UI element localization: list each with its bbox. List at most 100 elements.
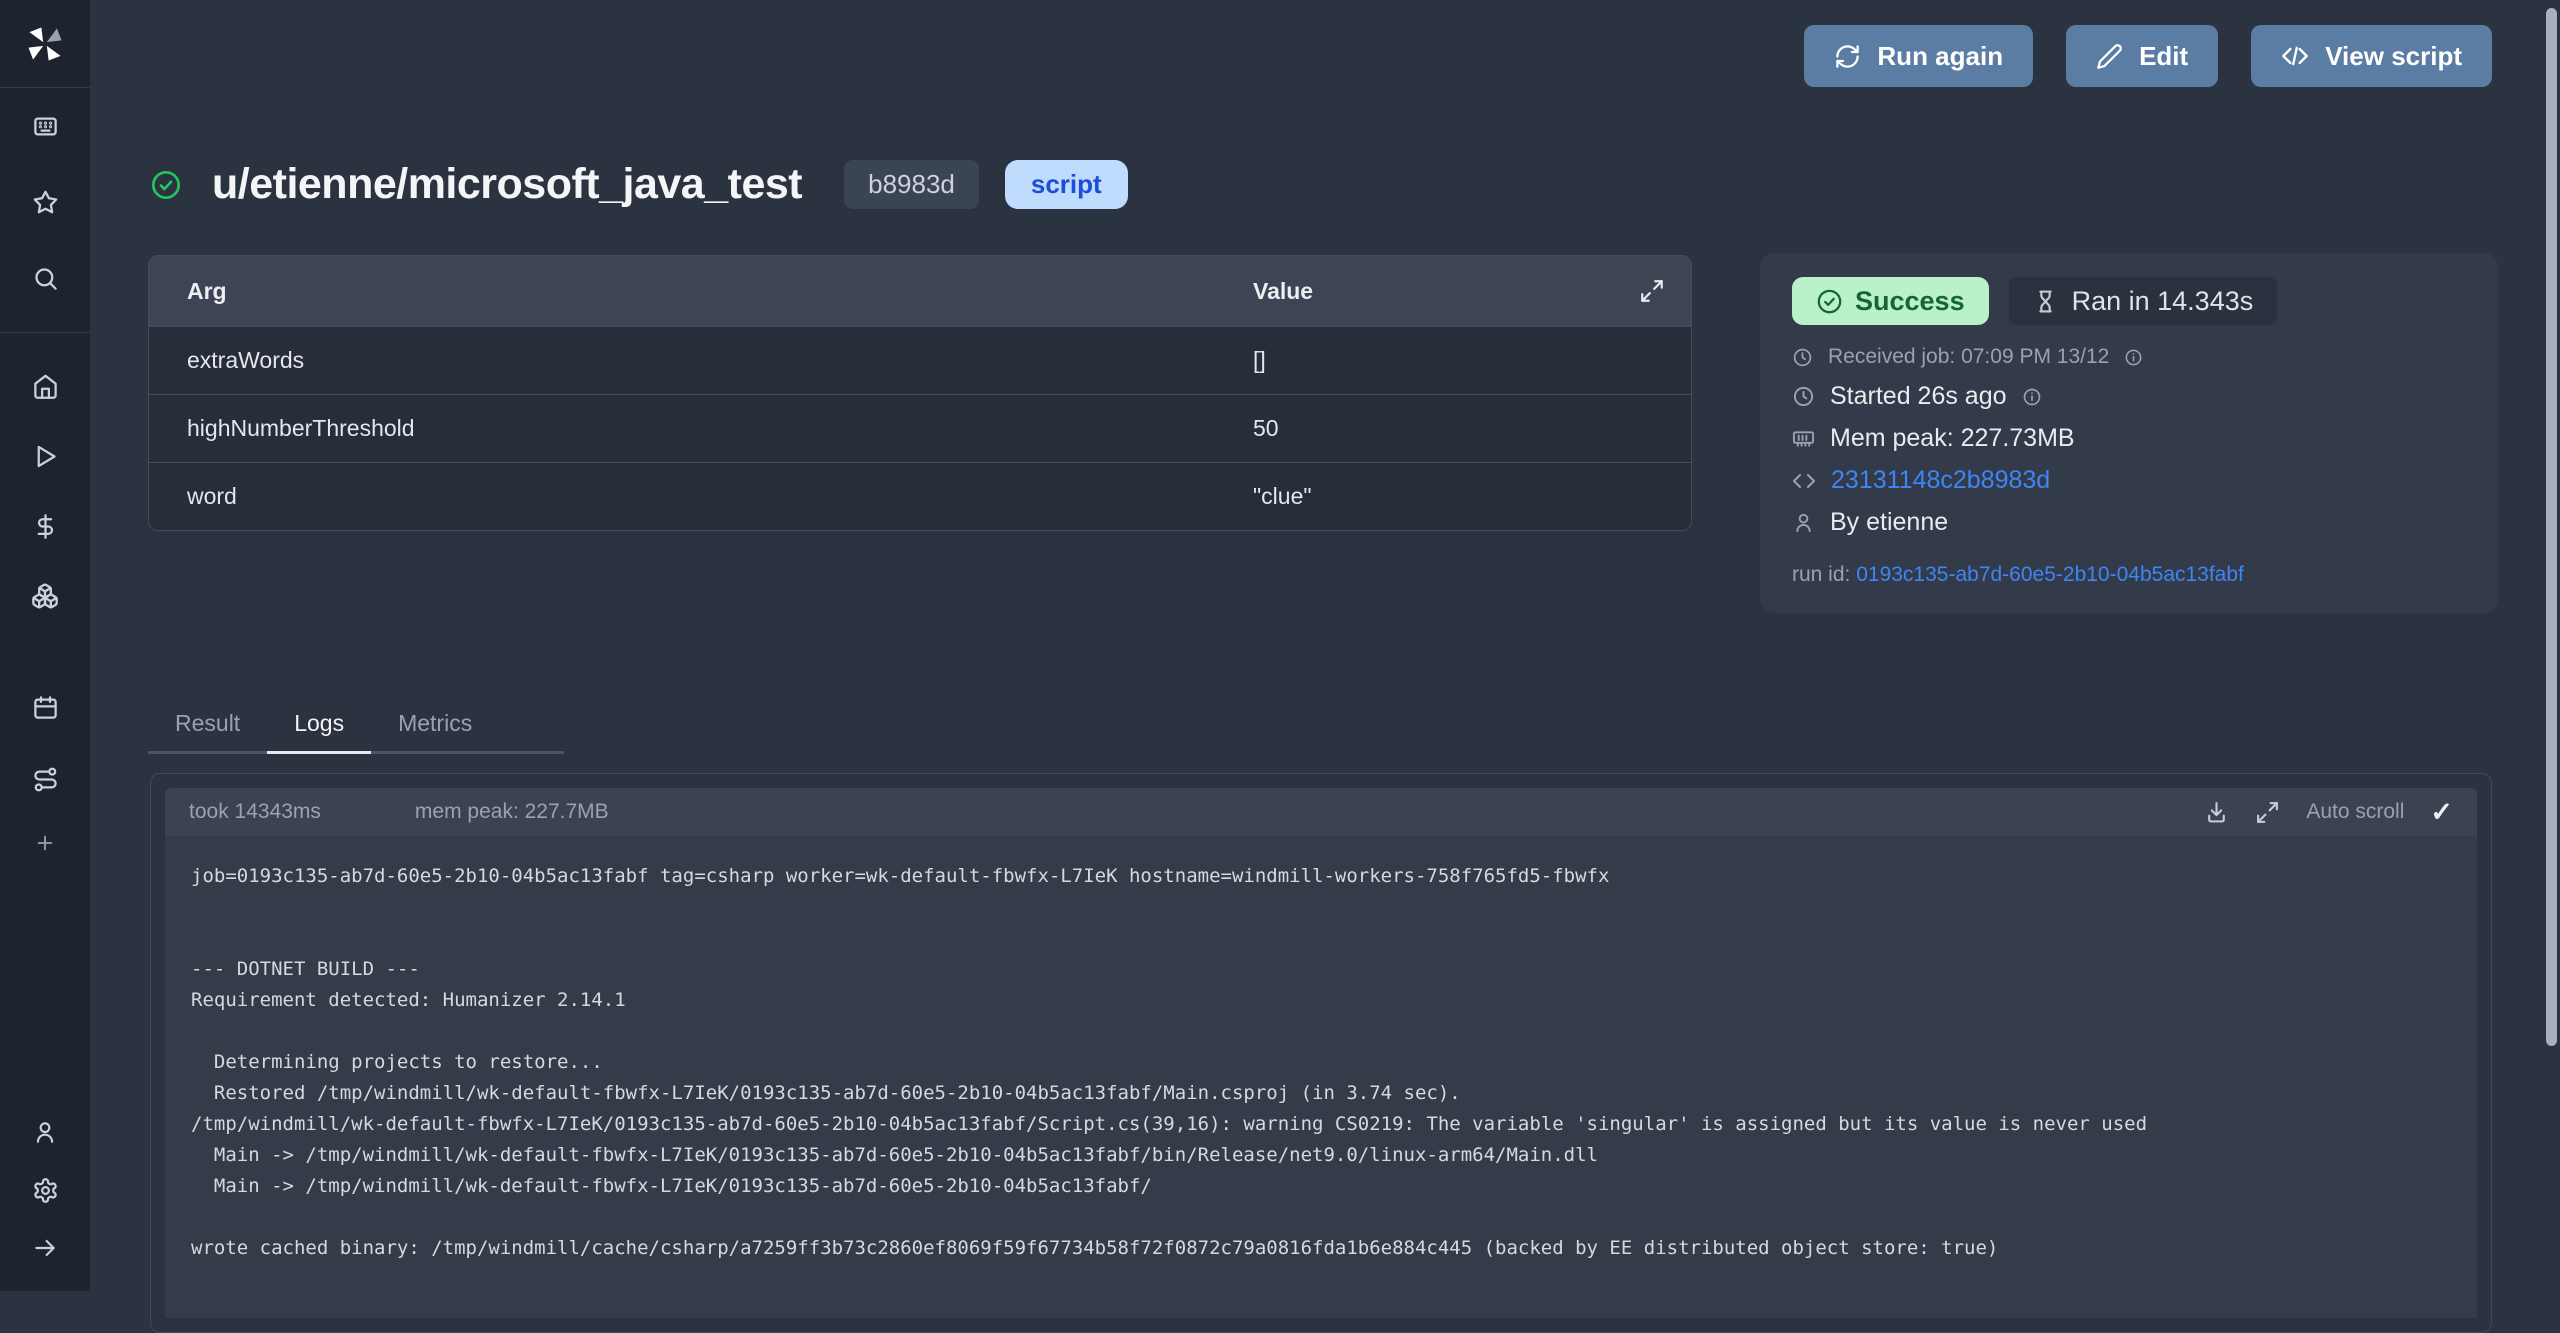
started-label: Started 26s ago: [1830, 382, 2007, 411]
check-circle-icon: [1816, 288, 1843, 315]
success-check-circle-icon: [150, 169, 182, 201]
table-row: extraWords []: [149, 326, 1691, 394]
args-col-arg: Arg: [149, 278, 1253, 305]
table-row: word "clue": [149, 462, 1691, 530]
run-id-link[interactable]: 0193c135-ab7d-60e5-2b10-04b5ac13fabf: [1856, 563, 2244, 586]
info-icon[interactable]: [2124, 348, 2143, 367]
arg-name: extraWords: [149, 347, 1253, 374]
duration-chip: Ran in 14.343s: [2009, 277, 2278, 325]
boxes-icon: [31, 582, 59, 610]
download-icon[interactable]: [2204, 800, 2229, 825]
arrow-right-icon: [32, 1235, 58, 1261]
sidebar-item-resources[interactable]: [0, 561, 90, 631]
received-line: Received job: 07:09 PM 13/12: [1792, 345, 2466, 369]
sidebar-item-search[interactable]: [0, 240, 90, 316]
script-type-badge: script: [1005, 160, 1128, 209]
received-label: Received job: 07:09 PM 13/12: [1828, 345, 2109, 369]
tabs: Result Logs Metrics: [148, 710, 564, 754]
status-badge: Success: [1792, 277, 1989, 325]
run-id-line: run id: 0193c135-ab7d-60e5-2b10-04b5ac13…: [1792, 563, 2466, 587]
arg-name: word: [149, 483, 1253, 510]
run-info-card: Success Ran in 14.343s Received job: 07:…: [1760, 253, 2498, 613]
auto-scroll-checkbox[interactable]: ✓: [2430, 799, 2453, 826]
refresh-icon: [1834, 43, 1861, 70]
apps-icon: [32, 113, 59, 140]
star-icon: [32, 189, 59, 216]
play-icon: [32, 443, 59, 470]
mem-peak-label: Mem peak: 227.73MB: [1830, 424, 2075, 453]
author-label: By etienne: [1830, 508, 1948, 537]
page-title: u/etienne/microsoft_java_test: [212, 160, 802, 209]
hash-badge: b8983d: [844, 160, 979, 209]
sidebar-item-schedules[interactable]: [0, 671, 90, 743]
sidebar-divider: [0, 332, 90, 333]
user-icon: [1792, 511, 1815, 534]
sidebar-item-favorites[interactable]: [0, 164, 90, 240]
route-icon: [32, 766, 59, 793]
script-hash-line: 23131148c2b8983d: [1792, 466, 2466, 495]
args-table: Arg Value extraWords [] highNumberThresh…: [148, 255, 1692, 531]
windmill-logo-icon: [23, 22, 67, 66]
view-script-button[interactable]: View script: [2251, 25, 2492, 87]
pencil-icon: [2096, 43, 2123, 70]
auto-scroll-label: Auto scroll: [2306, 800, 2404, 824]
gear-icon: [32, 1177, 59, 1204]
search-icon: [32, 265, 59, 292]
expand-icon[interactable]: [2255, 800, 2280, 825]
tab-metrics[interactable]: Metrics: [371, 710, 499, 754]
sidebar-item-settings[interactable]: [0, 1161, 90, 1219]
run-id-label: run id:: [1792, 563, 1850, 586]
sidebar-item-apps[interactable]: [0, 88, 90, 164]
arg-name: highNumberThreshold: [149, 415, 1253, 442]
tab-result[interactable]: Result: [148, 710, 267, 754]
logs-header: took 14343ms mem peak: 227.7MB Auto scro…: [165, 788, 2477, 836]
logs-content: job=0193c135-ab7d-60e5-2b10-04b5ac13fabf…: [165, 836, 2477, 1318]
logs-panel: took 14343ms mem peak: 227.7MB Auto scro…: [150, 773, 2492, 1333]
arg-value: 50: [1253, 415, 1691, 442]
logs-took-label: took 14343ms: [189, 800, 321, 824]
hourglass-icon: [2033, 289, 2058, 314]
run-again-label: Run again: [1877, 41, 2003, 72]
header-actions: Run again Edit View script: [1804, 25, 2492, 87]
window-scrollbar-thumb[interactable]: [2546, 8, 2557, 1046]
edit-label: Edit: [2139, 41, 2188, 72]
edit-button[interactable]: Edit: [2066, 25, 2218, 87]
sidebar-item-variables[interactable]: [0, 491, 90, 561]
tab-logs[interactable]: Logs: [267, 710, 371, 754]
args-col-value: Value: [1253, 278, 1639, 305]
view-script-label: View script: [2325, 41, 2462, 72]
windmill-logo[interactable]: [0, 0, 90, 88]
table-row: highNumberThreshold 50: [149, 394, 1691, 462]
dollar-icon: [32, 513, 59, 540]
author-line: By etienne: [1792, 508, 2466, 537]
code-icon: [1792, 469, 1816, 493]
mem-peak-line: Mem peak: 227.73MB: [1792, 424, 2466, 453]
clock-icon: [1792, 385, 1815, 408]
info-icon[interactable]: [2022, 387, 2042, 407]
sidebar-item-runs[interactable]: [0, 421, 90, 491]
args-expand-button[interactable]: [1639, 278, 1691, 304]
clock-icon: [1792, 347, 1813, 368]
sidebar: [0, 0, 90, 1291]
home-icon: [32, 373, 59, 400]
title-row: u/etienne/microsoft_java_test b8983d scr…: [150, 160, 1128, 209]
calendar-icon: [32, 694, 59, 721]
started-line: Started 26s ago: [1792, 382, 2466, 411]
args-table-header: Arg Value: [149, 256, 1691, 326]
sidebar-item-user[interactable]: [0, 1103, 90, 1161]
duration-label: Ran in 14.343s: [2072, 286, 2254, 317]
status-label: Success: [1855, 286, 1965, 317]
user-icon: [32, 1119, 58, 1145]
expand-icon: [1639, 278, 1665, 304]
sidebar-item-home[interactable]: [0, 351, 90, 421]
arg-value: []: [1253, 347, 1691, 374]
arg-value: "clue": [1253, 483, 1691, 510]
memory-icon: [1792, 427, 1815, 450]
run-again-button[interactable]: Run again: [1804, 25, 2033, 87]
sidebar-item-add[interactable]: [0, 815, 90, 871]
sidebar-item-expand[interactable]: [0, 1219, 90, 1277]
sidebar-item-flows[interactable]: [0, 743, 90, 815]
logs-mem-peak-label: mem peak: 227.7MB: [415, 800, 609, 824]
plus-icon: [34, 832, 56, 854]
script-hash-link[interactable]: 23131148c2b8983d: [1831, 466, 2050, 495]
